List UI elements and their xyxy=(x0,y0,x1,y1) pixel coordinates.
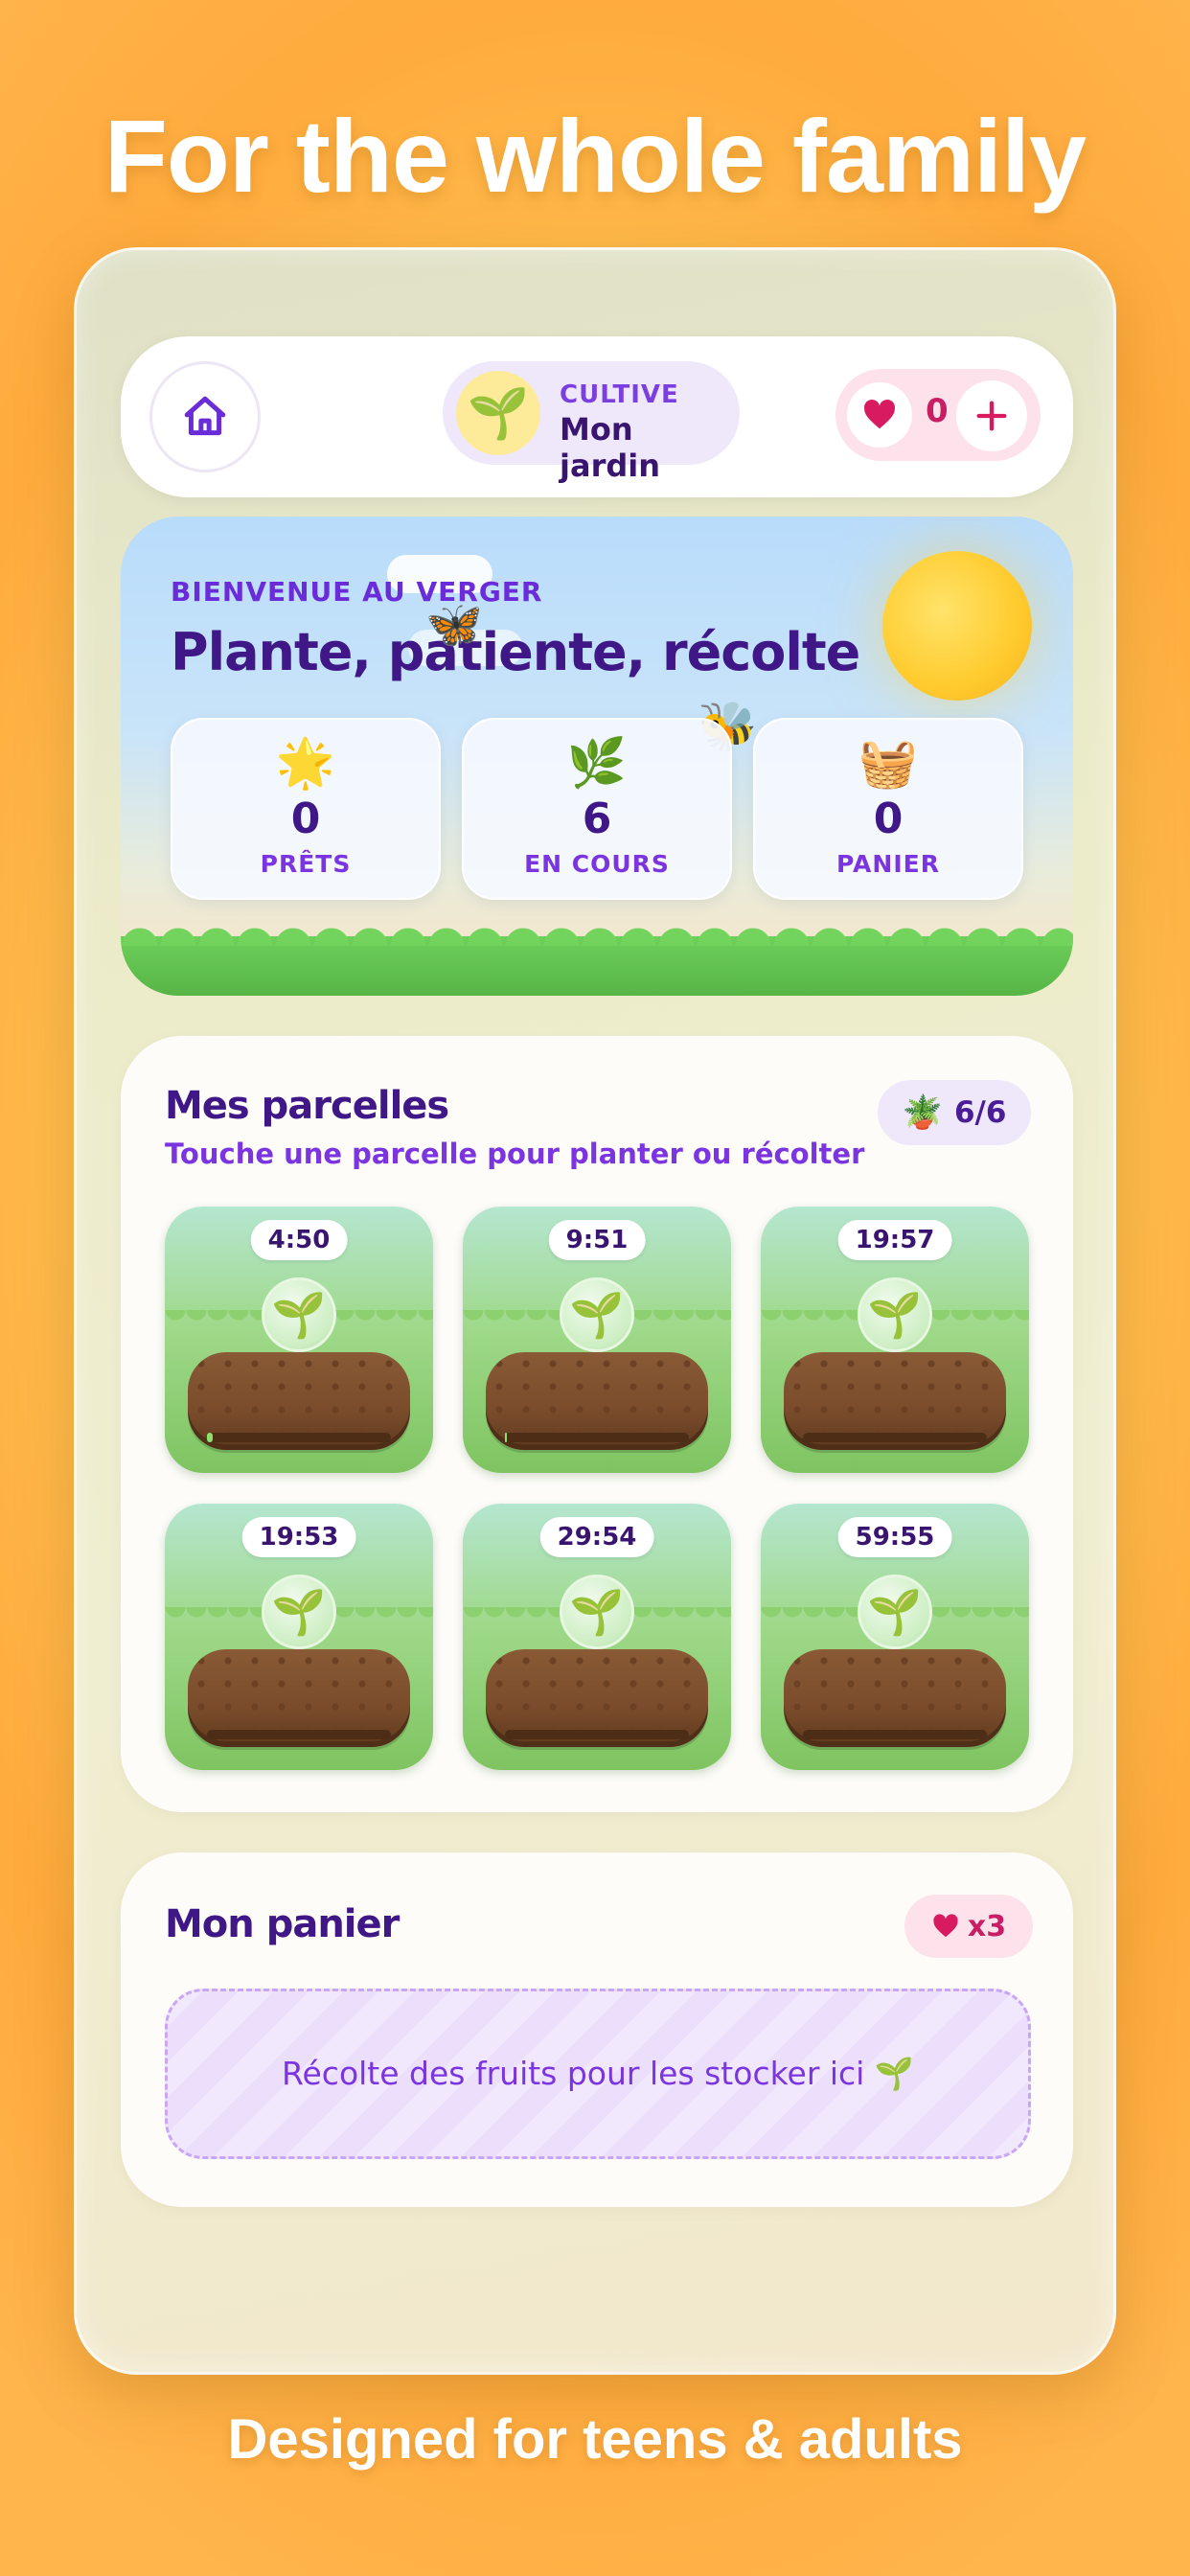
stat-value: 0 xyxy=(290,794,321,843)
welcome-hero: BIENVENUE AU VERGER Plante, patiente, ré… xyxy=(121,517,1073,996)
plot-5[interactable]: 29:54 🌱 xyxy=(463,1504,731,1770)
stat-ready: 🌟 0 PRÊTS xyxy=(171,718,441,900)
basket-title: Mon panier xyxy=(165,1902,400,1946)
sprout-icon: 🌱 xyxy=(560,1575,634,1649)
sprout-icon: 🌱 xyxy=(262,1277,336,1352)
plot-timer: 19:53 xyxy=(241,1517,356,1557)
sprout-icon: 🌱 xyxy=(858,1575,932,1649)
plot-timer: 9:51 xyxy=(548,1220,646,1260)
marketing-headline: For the whole family xyxy=(103,98,1087,214)
hero-kicker: BIENVENUE AU VERGER xyxy=(171,576,543,608)
basket-icon: 🧺 xyxy=(858,735,919,791)
stat-in-progress: 🌿 6 EN COURS xyxy=(462,718,732,900)
plot-timer: 4:50 xyxy=(250,1220,348,1260)
stat-value: 0 xyxy=(873,794,904,843)
plot-6[interactable]: 59:55 🌱 xyxy=(761,1504,1029,1770)
stat-label: PANIER xyxy=(836,850,940,878)
plot-progress xyxy=(803,1730,987,1739)
plot-progress xyxy=(505,1730,689,1739)
parcels-count-badge: 🪴 6/6 xyxy=(878,1080,1031,1145)
plot-4[interactable]: 19:53 🌱 xyxy=(165,1504,433,1770)
butterfly-icon: 🦋 xyxy=(425,598,483,652)
basket-card: Mon panier x3 Récolte des fruits pour le… xyxy=(121,1852,1073,2207)
parcels-subtitle: Touche une parcelle pour planter ou réco… xyxy=(165,1138,865,1170)
lives-count: x3 xyxy=(967,1909,1007,1944)
parcels-card: Mes parcelles Touche une parcelle pour p… xyxy=(121,1036,1073,1812)
plot-progress xyxy=(207,1433,391,1442)
basket-empty-state: Récolte des fruits pour les stocker ici … xyxy=(165,1989,1031,2159)
phone-frame: 🌱 CULTIVE Mon jardin 0 BIENVENUE AU VERG… xyxy=(74,247,1116,2375)
cultive-label: CULTIVE xyxy=(560,380,679,409)
home-icon xyxy=(184,396,226,436)
sprout-icon: 🌱 xyxy=(858,1277,932,1352)
home-button[interactable] xyxy=(149,361,261,472)
hearts-pill: 0 xyxy=(835,369,1041,461)
sprout-icon: 🌱 xyxy=(560,1277,634,1352)
potted-plant-icon: 🪴 xyxy=(902,1093,943,1132)
stat-basket: 🧺 0 PANIER xyxy=(753,718,1023,900)
add-hearts-button[interactable] xyxy=(956,380,1027,451)
heart-icon xyxy=(847,382,912,448)
plot-timer: 19:57 xyxy=(837,1220,952,1260)
hero-title: Plante, patiente, récolte xyxy=(171,622,860,682)
hearts-count: 0 xyxy=(926,392,949,430)
garden-name: Mon jardin xyxy=(560,411,660,484)
marketing-footline: Designed for teens & adults xyxy=(227,2408,963,2471)
sprout-icon: 🌱 xyxy=(262,1575,336,1649)
top-bar: 🌱 CULTIVE Mon jardin 0 xyxy=(121,336,1073,497)
plus-icon xyxy=(976,401,1007,431)
plot-3[interactable]: 19:57 🌱 xyxy=(761,1207,1029,1473)
parcels-count: 6/6 xyxy=(953,1095,1007,1130)
plot-progress xyxy=(505,1433,689,1442)
plot-2[interactable]: 9:51 🌱 xyxy=(463,1207,731,1473)
plot-progress xyxy=(803,1433,987,1442)
heart-icon xyxy=(933,1914,958,1938)
plot-1[interactable]: 4:50 🌱 xyxy=(165,1207,433,1473)
herb-icon: 🌿 xyxy=(566,735,628,791)
plot-progress xyxy=(207,1730,391,1739)
star-icon: 🌟 xyxy=(275,735,336,791)
lives-badge: x3 xyxy=(904,1895,1033,1958)
parcels-title: Mes parcelles xyxy=(165,1084,449,1128)
grass-decoration xyxy=(121,927,1073,996)
plot-timer: 29:54 xyxy=(539,1517,654,1557)
stat-label: PRÊTS xyxy=(260,850,352,878)
plot-timer: 59:55 xyxy=(837,1517,952,1557)
sprout-icon: 🌱 xyxy=(456,371,540,455)
sun-icon xyxy=(882,551,1032,701)
active-garden-pill[interactable]: 🌱 CULTIVE Mon jardin xyxy=(443,361,740,484)
stat-value: 6 xyxy=(582,794,612,843)
stat-label: EN COURS xyxy=(524,850,670,878)
